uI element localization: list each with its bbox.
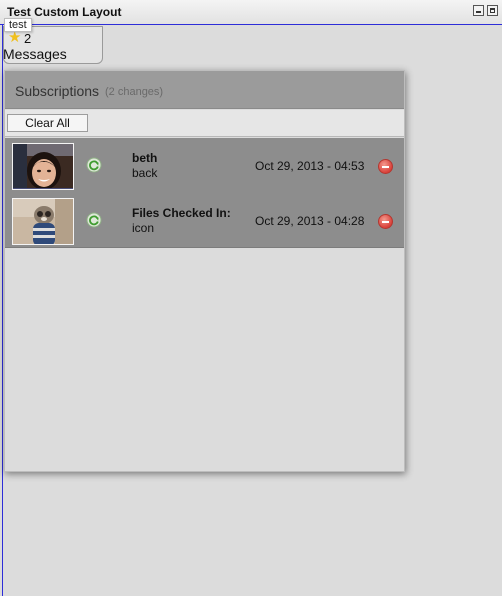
messages-label[interactable]: Messages [3,46,67,62]
list-item[interactable]: beth back Oct 29, 2013 - 04:53 [5,138,404,193]
thumbnail-image [12,143,74,190]
list-item[interactable]: Files Checked In: icon Oct 29, 2013 - 04… [5,193,404,248]
maximize-icon[interactable] [487,5,498,16]
item-title: beth [132,151,158,165]
subscription-list: beth back Oct 29, 2013 - 04:53 Files Che… [5,138,404,248]
tooltip: test [4,18,32,32]
changes-count: (2 changes) [105,86,164,98]
item-date: Oct 29, 2013 - 04:53 [255,159,365,173]
panel-toolbar: Clear All [5,110,404,137]
panel-title: Subscriptions [15,83,100,99]
panel-header: Subscriptions (2 changes) [5,71,404,109]
star-icon: ★ [8,29,22,46]
title-bar: Test Custom Layout [0,0,502,25]
messages-count: 2 [24,31,32,46]
minimize-icon[interactable] [473,5,484,16]
thumbnail-image [12,198,74,245]
clear-all-button[interactable]: Clear All [7,114,88,132]
item-subtitle: icon [132,221,155,235]
item-date: Oct 29, 2013 - 04:28 [255,214,365,228]
refresh-icon[interactable] [86,157,102,173]
window-title: Test Custom Layout [7,5,122,19]
remove-icon[interactable] [378,159,393,174]
subscriptions-panel: Subscriptions (2 changes) Clear All beth… [4,70,405,472]
item-subtitle: back [132,166,158,180]
refresh-icon[interactable] [86,212,102,228]
remove-icon[interactable] [378,214,393,229]
window-border [2,25,3,596]
item-title: Files Checked In: [132,206,231,220]
